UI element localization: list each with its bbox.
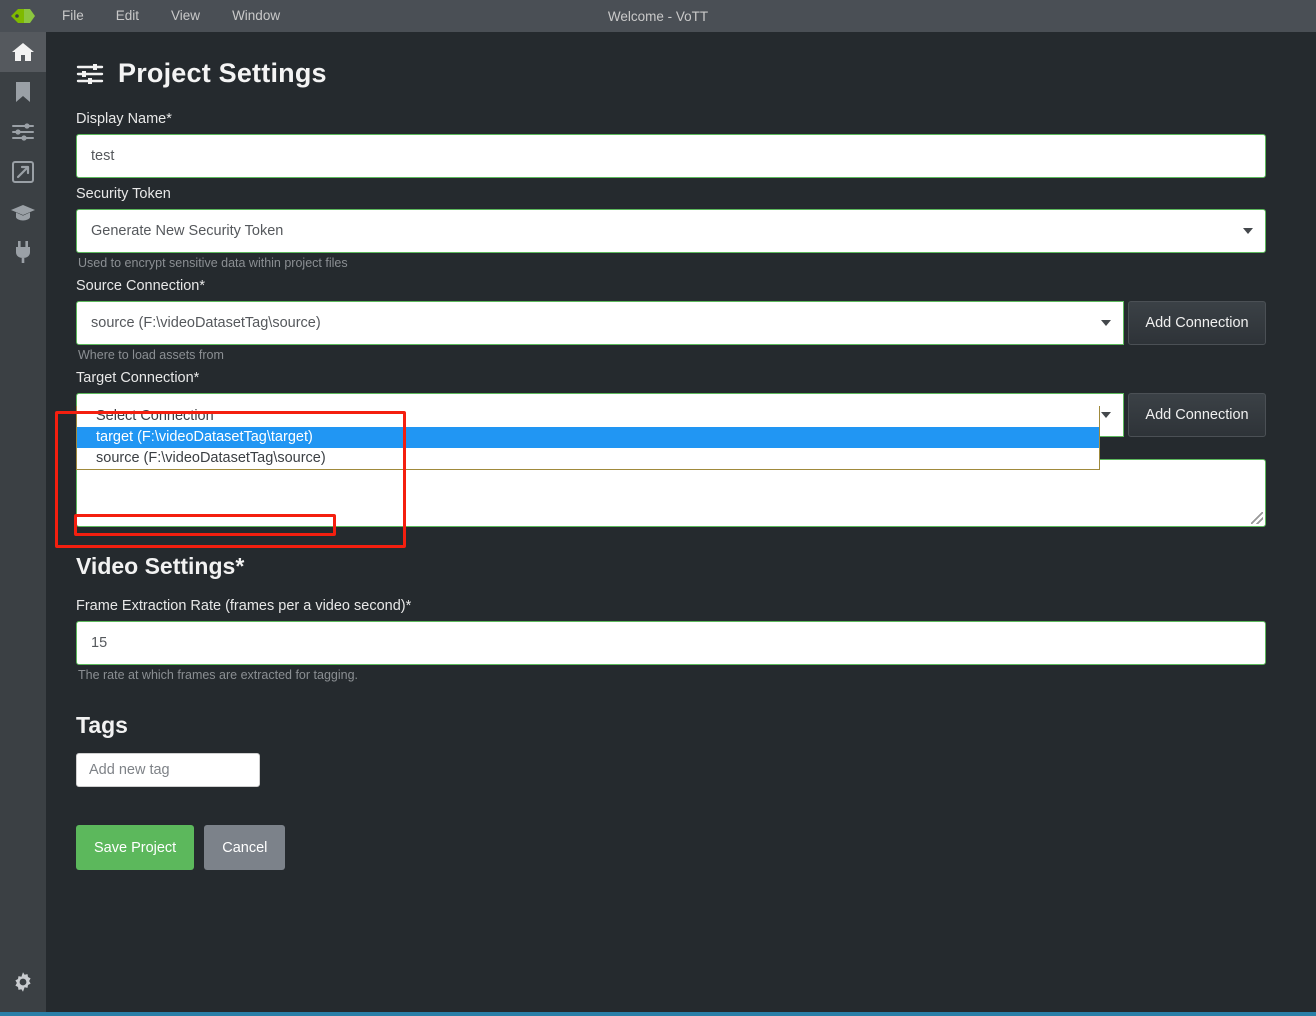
source-connection-row: source (F:\videoDatasetTag\source) Add C… (76, 301, 1266, 345)
add-new-tag-input[interactable]: Add new tag (76, 753, 260, 787)
target-add-connection-button[interactable]: Add Connection (1128, 393, 1266, 437)
sidebar-item-home[interactable] (0, 32, 46, 72)
menu-item-window[interactable]: Window (216, 3, 296, 29)
vott-window: File Edit View Window Welcome - VoTT Pro… (0, 0, 1316, 1016)
source-connection-label: Source Connection* (76, 278, 205, 294)
field-display-name: Display Name* test (76, 103, 1266, 178)
title-bar: File Edit View Window Welcome - VoTT (0, 0, 1316, 32)
menu-item-view[interactable]: View (155, 3, 216, 29)
source-add-connection-button[interactable]: Add Connection (1128, 301, 1266, 345)
status-bar (0, 1012, 1316, 1016)
project-settings-form: Display Name* test Security Token Genera… (46, 103, 1316, 870)
cancel-button[interactable]: Cancel (204, 825, 286, 870)
display-name-label: Display Name* (76, 111, 172, 127)
frame-rate-input[interactable]: 15 (76, 621, 1266, 665)
security-token-hint: Used to encrypt sensitive data within pr… (78, 256, 348, 270)
chevron-down-icon (1243, 228, 1253, 234)
sidebar-item-recent-projects[interactable] (0, 72, 46, 112)
dropdown-option-target[interactable]: target (F:\videoDatasetTag\target) (77, 427, 1099, 448)
sidebar (0, 32, 46, 1016)
display-name-value: test (91, 148, 115, 164)
target-connection-label: Target Connection* (76, 370, 200, 386)
sidebar-item-export[interactable] (0, 152, 46, 192)
add-new-tag-placeholder: Add new tag (89, 762, 170, 778)
graduation-cap-icon (10, 202, 36, 222)
dropdown-option-source[interactable]: source (F:\videoDatasetTag\source) (77, 448, 1099, 469)
plug-icon (13, 240, 33, 264)
form-actions: Save Project Cancel (76, 825, 1266, 870)
dropdown-option-select-connection[interactable]: Select Connection (77, 406, 1099, 427)
chevron-down-icon (1101, 320, 1111, 326)
bookmark-icon (14, 81, 32, 103)
source-connection-hint: Where to load assets from (78, 348, 224, 362)
security-token-label: Security Token (76, 186, 171, 202)
sidebar-item-active-learning[interactable] (0, 192, 46, 232)
tag-logo-icon (0, 0, 46, 32)
field-target-connection: Target Connection* target (F:\videoDatas… (76, 362, 1266, 470)
target-connection-dropdown: Select Connection target (F:\videoDatase… (76, 406, 1100, 470)
page-title-text: Project Settings (118, 58, 327, 88)
security-token-select[interactable]: Generate New Security Token (76, 209, 1266, 253)
menu-item-file[interactable]: File (46, 3, 100, 29)
resize-handle-icon[interactable] (1251, 512, 1263, 524)
field-frame-extraction-rate: Frame Extraction Rate (frames per a vide… (76, 590, 1266, 682)
tags-heading: Tags (76, 712, 128, 738)
page-title: Project Settings (46, 32, 1316, 103)
security-token-value: Generate New Security Token (91, 223, 284, 239)
frame-rate-hint: The rate at which frames are extracted f… (78, 668, 358, 682)
sidebar-item-connections[interactable] (0, 232, 46, 272)
source-connection-value: source (F:\videoDatasetTag\source) (91, 315, 321, 331)
field-security-token: Security Token Generate New Security Tok… (76, 178, 1266, 270)
gear-icon (12, 971, 34, 993)
display-name-input[interactable]: test (76, 134, 1266, 178)
menu-bar: File Edit View Window (46, 3, 296, 29)
save-project-button[interactable]: Save Project (76, 825, 195, 870)
frame-rate-label: Frame Extraction Rate (frames per a vide… (76, 598, 412, 614)
chevron-down-icon (1101, 412, 1111, 418)
export-arrow-icon (12, 161, 34, 183)
field-source-connection: Source Connection* source (F:\videoDatas… (76, 270, 1266, 362)
sliders-icon (11, 122, 35, 142)
video-settings-heading: Video Settings* (76, 553, 245, 579)
sidebar-item-project-settings[interactable] (0, 112, 46, 152)
sliders-icon (76, 63, 104, 85)
main-panel: Project Settings Display Name* test Secu… (46, 32, 1316, 1016)
app-body: Project Settings Display Name* test Secu… (0, 32, 1316, 1016)
source-connection-select[interactable]: source (F:\videoDatasetTag\source) (76, 301, 1124, 345)
frame-rate-value: 15 (91, 635, 108, 651)
sidebar-item-app-settings[interactable] (0, 962, 46, 1002)
menu-item-edit[interactable]: Edit (100, 3, 155, 29)
home-icon (11, 41, 35, 63)
